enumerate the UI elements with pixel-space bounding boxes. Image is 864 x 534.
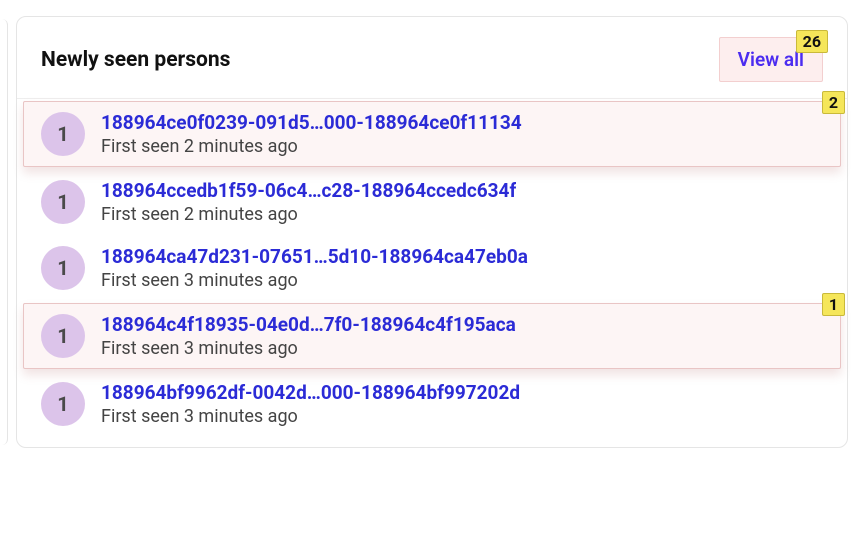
person-info: 188964c4f18935-04e0d…7f0-188964c4f195aca… [101, 313, 516, 359]
person-item[interactable]: 1 188964bf9962df-0042d…000-188964bf997202… [17, 371, 847, 437]
view-all-label: View all [738, 48, 804, 71]
person-info: 188964bf9962df-0042d…000-188964bf997202d… [101, 381, 520, 427]
newly-seen-persons-card: Newly seen persons View all 26 1 188964ce… [16, 16, 848, 448]
first-seen-text: First seen 3 minutes ago [101, 270, 528, 291]
annotation-badge: 2 [822, 91, 845, 114]
avatar: 1 [41, 112, 85, 156]
person-id-link[interactable]: 188964c4f18935-04e0d…7f0-188964c4f195aca [101, 313, 516, 336]
person-info: 188964ca47d231-07651…5d10-188964ca47eb0a… [101, 245, 528, 291]
person-id-link[interactable]: 188964ca47d231-07651…5d10-188964ca47eb0a [101, 245, 528, 268]
person-id-link[interactable]: 188964ce0f0239-091d5…000-188964ce0f11134 [101, 111, 522, 134]
person-list: 1 188964ce0f0239-091d5…000-188964ce0f1113… [17, 101, 847, 437]
adjacent-card-edge [2, 19, 8, 445]
avatar: 1 [41, 314, 85, 358]
person-id-link[interactable]: 188964bf9962df-0042d…000-188964bf997202d [101, 381, 520, 404]
avatar: 1 [41, 246, 85, 290]
person-item[interactable]: 1 188964ca47d231-07651…5d10-188964ca47eb0… [17, 235, 847, 301]
person-item[interactable]: 1 188964ccedb1f59-06c4…c28-188964ccedc634… [17, 169, 847, 235]
view-all-link[interactable]: View all 26 [719, 37, 823, 82]
person-item[interactable]: 1 188964ce0f0239-091d5…000-188964ce0f1113… [23, 101, 841, 167]
person-id-link[interactable]: 188964ccedb1f59-06c4…c28-188964ccedc634f [101, 179, 516, 202]
card-title: Newly seen persons [41, 48, 230, 72]
avatar: 1 [41, 382, 85, 426]
first-seen-text: First seen 3 minutes ago [101, 338, 516, 359]
first-seen-text: First seen 2 minutes ago [101, 136, 522, 157]
annotation-badge: 1 [822, 293, 845, 316]
annotation-badge: 26 [796, 30, 828, 53]
person-item[interactable]: 1 188964c4f18935-04e0d…7f0-188964c4f195ac… [23, 303, 841, 369]
person-info: 188964ccedb1f59-06c4…c28-188964ccedc634f… [101, 179, 516, 225]
first-seen-text: First seen 3 minutes ago [101, 406, 520, 427]
card-header: Newly seen persons View all 26 [17, 37, 847, 99]
person-info: 188964ce0f0239-091d5…000-188964ce0f11134… [101, 111, 522, 157]
first-seen-text: First seen 2 minutes ago [101, 204, 516, 225]
avatar: 1 [41, 180, 85, 224]
